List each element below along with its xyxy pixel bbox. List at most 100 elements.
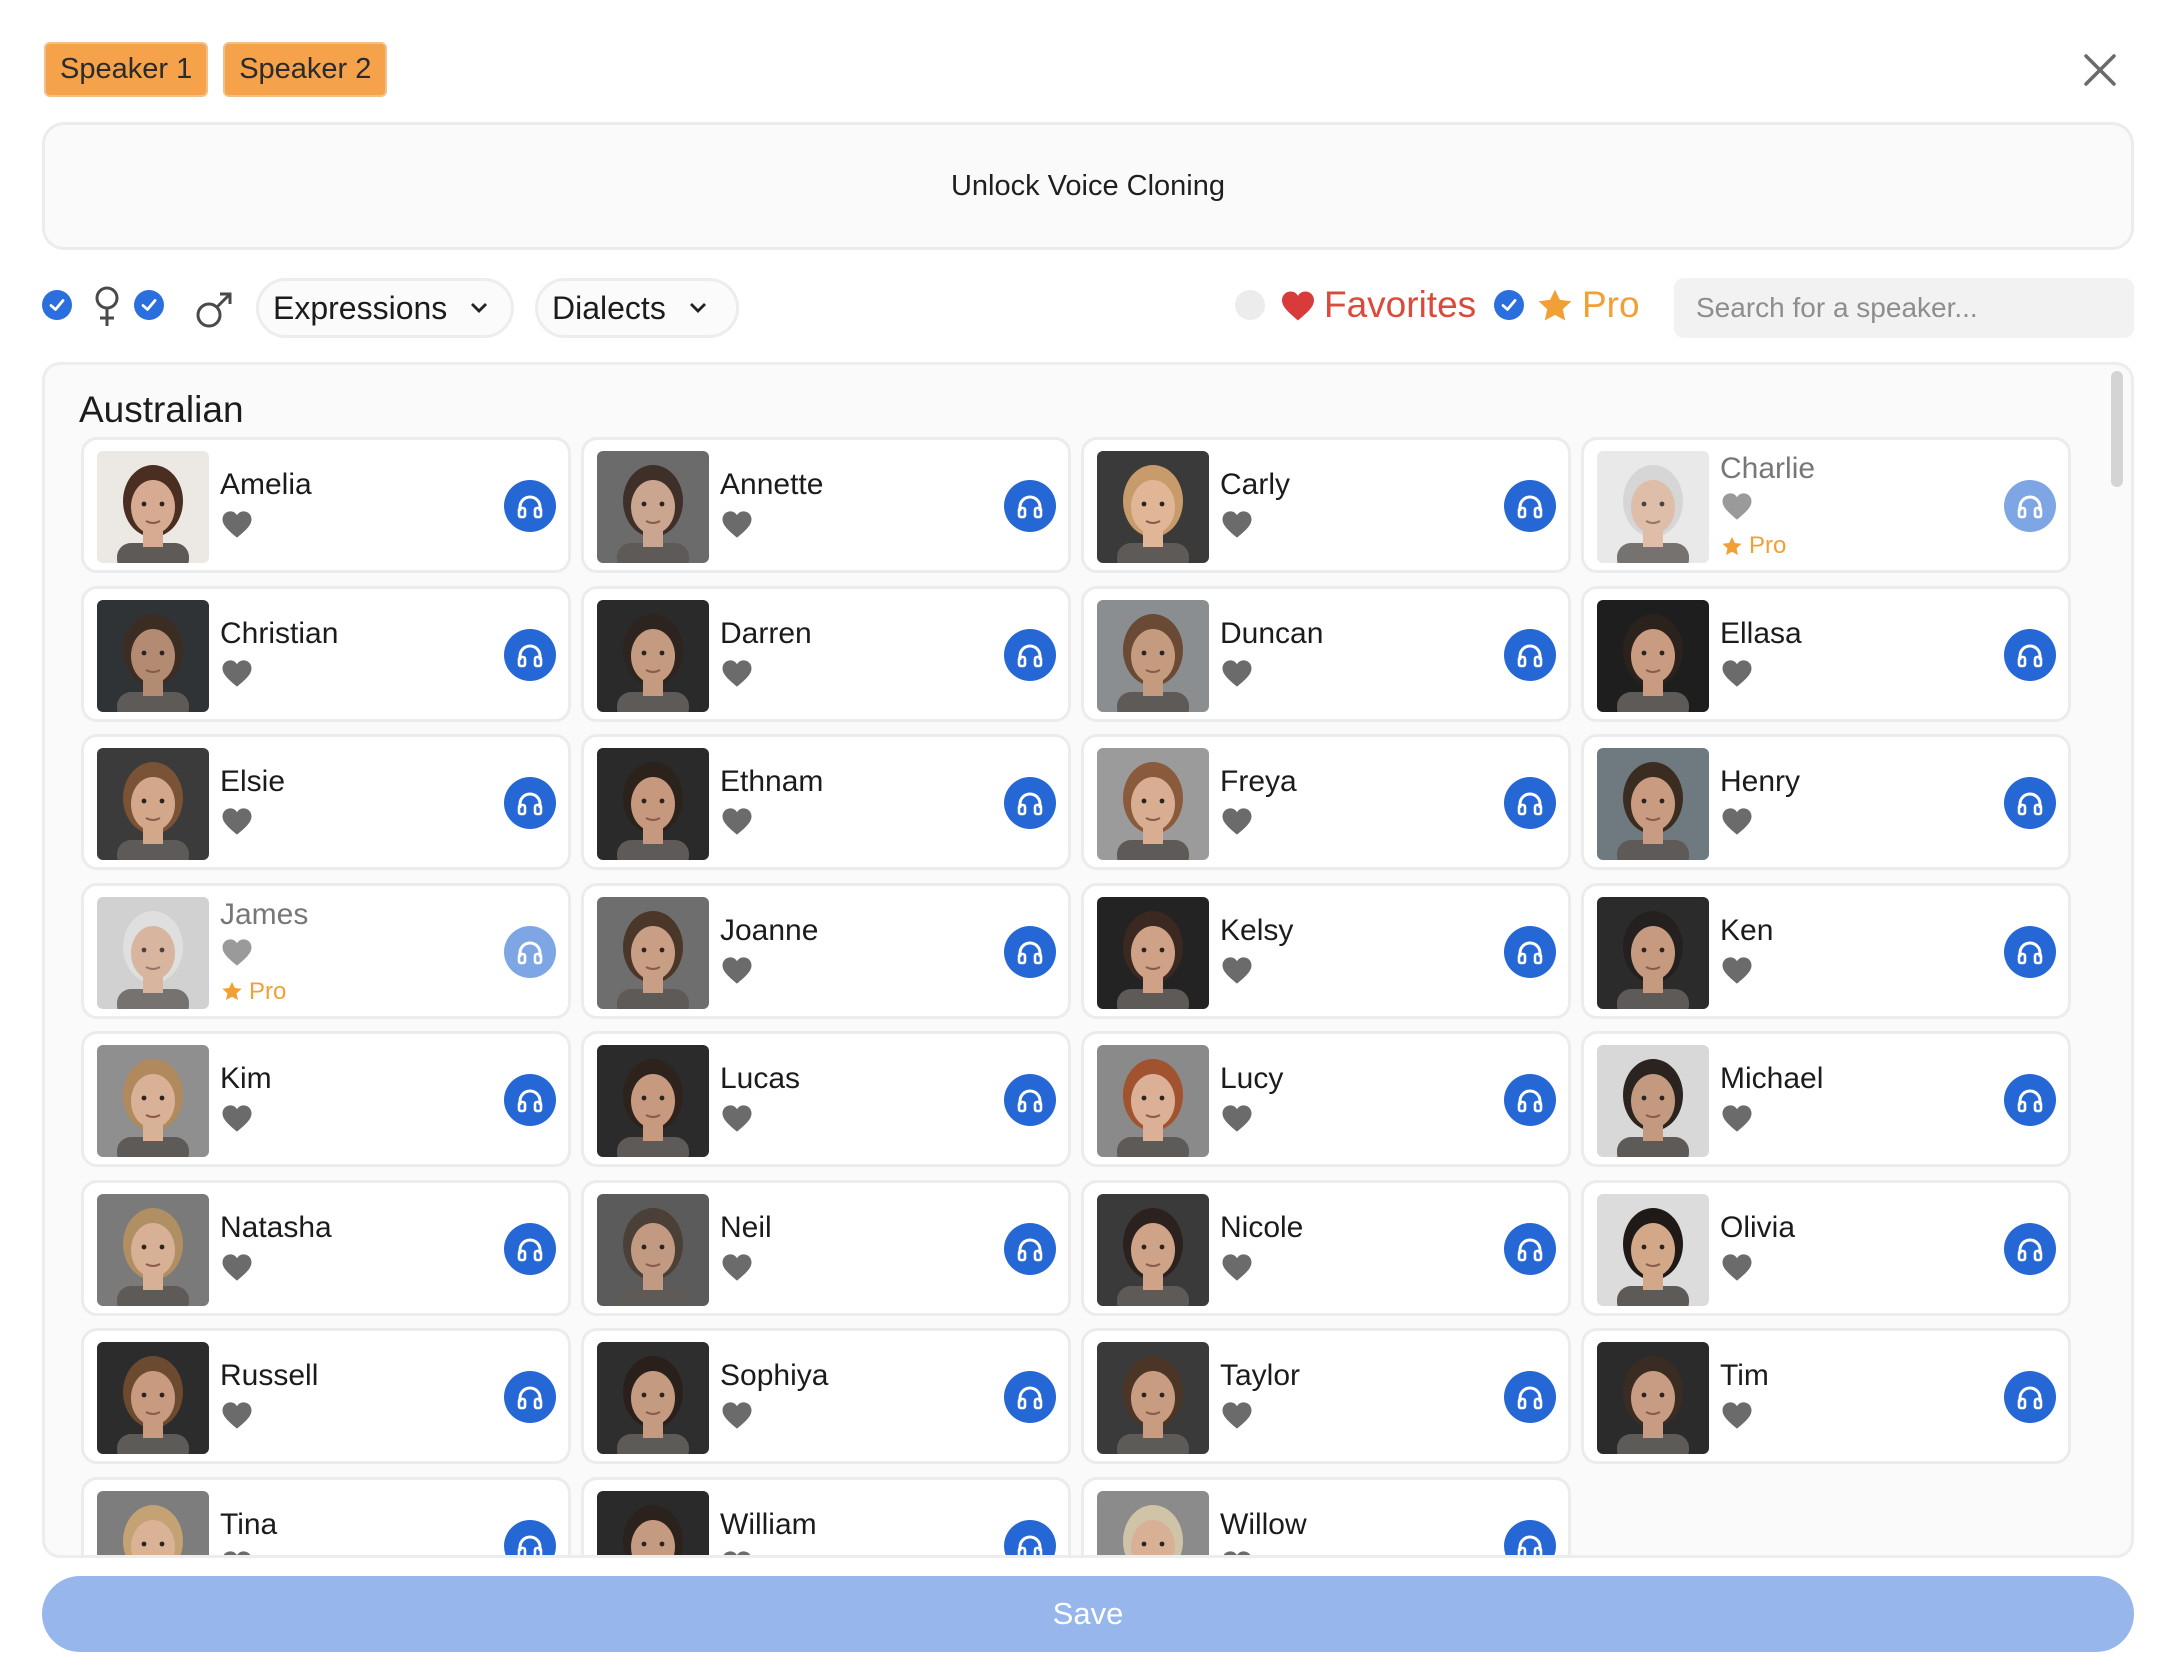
favorite-heart-icon[interactable] xyxy=(721,1104,753,1138)
favorite-heart-icon[interactable] xyxy=(221,1550,253,1555)
listen-button[interactable] xyxy=(504,480,556,532)
listen-button[interactable] xyxy=(504,1222,556,1275)
listen-button[interactable] xyxy=(1504,480,1556,532)
scrollbar-thumb[interactable] xyxy=(2111,371,2123,487)
listen-button[interactable] xyxy=(1504,1074,1556,1126)
favorite-heart-icon[interactable] xyxy=(721,510,753,544)
scrollbar[interactable] xyxy=(2111,371,2123,1551)
speaker-card[interactable]: Ethnam xyxy=(581,734,1071,870)
listen-button[interactable] xyxy=(1004,777,1056,829)
favorite-heart-icon[interactable] xyxy=(1721,1104,1753,1138)
listen-button[interactable] xyxy=(504,925,556,978)
favorite-heart-icon[interactable] xyxy=(1721,1401,1753,1435)
unlock-voice-cloning-banner[interactable]: Unlock Voice Cloning xyxy=(42,122,2134,250)
listen-button[interactable] xyxy=(2004,1222,2056,1275)
favorite-heart-icon[interactable] xyxy=(1721,956,1753,990)
favorites-checkbox[interactable] xyxy=(1235,290,1265,320)
favorite-heart-icon[interactable] xyxy=(721,1401,753,1435)
favorite-heart-icon[interactable] xyxy=(1221,956,1253,990)
favorite-heart-icon[interactable] xyxy=(721,1550,753,1555)
favorite-heart-icon[interactable] xyxy=(221,807,253,841)
listen-button[interactable] xyxy=(1004,480,1056,532)
favorite-heart-icon[interactable] xyxy=(221,1401,253,1435)
listen-button[interactable] xyxy=(1004,1074,1056,1126)
favorite-heart-icon[interactable] xyxy=(721,1253,753,1287)
listen-button[interactable] xyxy=(2004,1074,2056,1126)
speaker-card[interactable]: Willow xyxy=(1081,1476,1571,1555)
listen-button[interactable] xyxy=(1504,628,1556,681)
speaker-card[interactable]: Kim xyxy=(81,1031,571,1167)
favorite-heart-icon[interactable] xyxy=(221,938,253,972)
favorite-heart-icon[interactable] xyxy=(721,659,753,693)
speaker-card[interactable]: Sophiya xyxy=(581,1328,1071,1464)
favorite-heart-icon[interactable] xyxy=(1721,807,1753,841)
listen-button[interactable] xyxy=(504,1519,556,1555)
listen-button[interactable] xyxy=(1504,1371,1556,1423)
favorite-heart-icon[interactable] xyxy=(1721,492,1753,526)
favorite-heart-icon[interactable] xyxy=(1221,1401,1253,1435)
favorite-heart-icon[interactable] xyxy=(721,807,753,841)
listen-button[interactable] xyxy=(504,1371,556,1423)
speaker-card[interactable]: Ellasa xyxy=(1581,585,2071,722)
dialects-dropdown[interactable]: Dialects xyxy=(535,278,739,338)
listen-button[interactable] xyxy=(1504,925,1556,978)
speaker-card[interactable]: Tina xyxy=(81,1476,571,1555)
listen-button[interactable] xyxy=(1004,1222,1056,1275)
speaker-card[interactable]: Ken xyxy=(1581,882,2071,1019)
listen-button[interactable] xyxy=(504,1074,556,1126)
speaker-card[interactable]: Amelia xyxy=(81,437,571,573)
favorite-heart-icon[interactable] xyxy=(1221,807,1253,841)
speaker-card[interactable]: Charlie Pro xyxy=(1581,437,2071,573)
female-checkbox[interactable] xyxy=(42,290,72,320)
favorite-heart-icon[interactable] xyxy=(1221,1550,1253,1555)
listen-button[interactable] xyxy=(1004,925,1056,978)
favorite-heart-icon[interactable] xyxy=(221,510,253,544)
speaker-card[interactable]: Henry xyxy=(1581,734,2071,870)
listen-button[interactable] xyxy=(1504,777,1556,829)
favorite-heart-icon[interactable] xyxy=(221,659,253,693)
speaker-card[interactable]: Russell xyxy=(81,1328,571,1464)
speaker-card[interactable]: Lucas xyxy=(581,1031,1071,1167)
speaker-list-panel[interactable]: Australian Amelia Annette Carly Charlie Pro C… xyxy=(42,362,2134,1558)
listen-button[interactable] xyxy=(1504,1222,1556,1275)
save-button[interactable]: Save xyxy=(42,1576,2134,1652)
favorite-heart-icon[interactable] xyxy=(221,1253,253,1287)
speaker-card[interactable]: Joanne xyxy=(581,882,1071,1019)
listen-button[interactable] xyxy=(2004,777,2056,829)
speaker-card[interactable]: Taylor xyxy=(1081,1328,1571,1464)
speaker-card[interactable]: Olivia xyxy=(1581,1179,2071,1316)
speaker-card[interactable]: Neil xyxy=(581,1179,1071,1316)
speaker-card[interactable]: Christian xyxy=(81,585,571,722)
speaker-card[interactable]: Tim xyxy=(1581,1328,2071,1464)
favorite-heart-icon[interactable] xyxy=(1721,1253,1753,1287)
speaker-card[interactable]: Duncan xyxy=(1081,585,1571,722)
speaker-card[interactable]: Kelsy xyxy=(1081,882,1571,1019)
speaker-card[interactable]: Nicole xyxy=(1081,1179,1571,1316)
listen-button[interactable] xyxy=(1004,1371,1056,1423)
speaker-card[interactable]: Elsie xyxy=(81,734,571,870)
favorite-heart-icon[interactable] xyxy=(1221,1104,1253,1138)
speaker-tab-1[interactable]: Speaker 1 xyxy=(44,42,209,97)
favorite-heart-icon[interactable] xyxy=(721,956,753,990)
expressions-dropdown[interactable]: Expressions xyxy=(256,278,514,338)
speaker-card[interactable]: William xyxy=(581,1476,1071,1555)
close-button[interactable] xyxy=(2080,50,2120,90)
listen-button[interactable] xyxy=(1504,1519,1556,1555)
speaker-card[interactable]: Freya xyxy=(1081,734,1571,870)
speaker-card[interactable]: Annette xyxy=(581,437,1071,573)
search-input[interactable] xyxy=(1674,278,2134,338)
pro-checkbox[interactable] xyxy=(1494,290,1524,320)
favorite-heart-icon[interactable] xyxy=(1221,659,1253,693)
male-checkbox[interactable] xyxy=(134,290,164,320)
favorite-heart-icon[interactable] xyxy=(1721,659,1753,693)
speaker-card[interactable]: Darren xyxy=(581,585,1071,722)
favorite-heart-icon[interactable] xyxy=(1221,1253,1253,1287)
speaker-card[interactable]: James Pro xyxy=(81,882,571,1019)
listen-button[interactable] xyxy=(1004,628,1056,681)
speaker-tab-2[interactable]: Speaker 2 xyxy=(223,42,388,97)
speaker-card[interactable]: Michael xyxy=(1581,1031,2071,1167)
listen-button[interactable] xyxy=(2004,925,2056,978)
speaker-card[interactable]: Natasha xyxy=(81,1179,571,1316)
speaker-card[interactable]: Lucy xyxy=(1081,1031,1571,1167)
speaker-card[interactable]: Carly xyxy=(1081,437,1571,573)
